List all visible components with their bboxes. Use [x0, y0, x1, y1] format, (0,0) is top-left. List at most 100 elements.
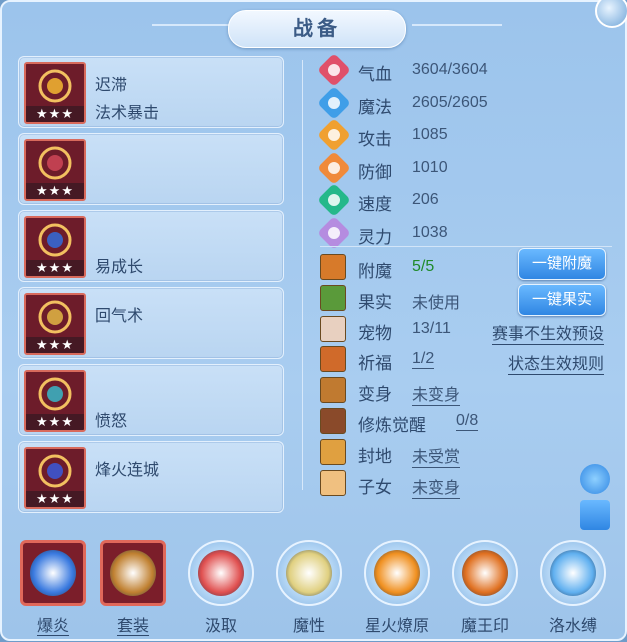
- stat-label: 气血: [358, 65, 392, 84]
- skill-art-icon: [550, 550, 596, 596]
- blessing-icon: [320, 346, 346, 373]
- stat-value: 3604/3604: [412, 61, 488, 78]
- close-icon[interactable]: [595, 0, 627, 28]
- skill-label: 爆炎: [8, 612, 98, 636]
- equipment-art-icon: [26, 449, 84, 491]
- stat-label: 攻击: [358, 130, 392, 149]
- extra-label: 封地: [358, 446, 392, 466]
- skill-name: 爆炎: [36, 618, 69, 636]
- mana-icon: [317, 85, 351, 120]
- stat-row: 魔法 2605/2605: [316, 85, 616, 120]
- title-ornament-right: [412, 24, 502, 26]
- extra-label: 附魔: [358, 262, 392, 281]
- fruit-icon: [320, 284, 346, 311]
- enchant-icon: [320, 254, 346, 280]
- star-rating: ★★★: [26, 337, 84, 353]
- equipment-slot[interactable]: ★★★ 愤怒: [18, 364, 284, 436]
- stat-row: 防御 1010: [316, 150, 616, 185]
- equipment-slot[interactable]: ★★★ 易成长: [18, 210, 284, 282]
- equipment-effect: 迟滞: [95, 77, 128, 94]
- extra-row[interactable]: 子女 未变身: [316, 468, 616, 499]
- equipment-art-icon: [26, 64, 84, 106]
- extra-row[interactable]: 变身 未变身: [316, 375, 616, 407]
- stat-value: 206: [412, 191, 439, 208]
- stat-label: 速度: [358, 195, 392, 214]
- equipment-art-icon: [26, 372, 84, 414]
- section-divider: [320, 246, 612, 247]
- skill-label: 套装: [88, 612, 178, 636]
- child-icon: [320, 469, 346, 496]
- extra-label: 宠物: [358, 323, 392, 343]
- extra-value[interactable]: 未变身: [412, 474, 461, 499]
- skill-label: 汲取: [176, 612, 266, 636]
- stat-row: 速度 206: [316, 183, 616, 217]
- equipment-slot[interactable]: ★★★ 迟滞 法术暴击: [18, 56, 284, 128]
- star-rating: ★★★: [26, 491, 84, 507]
- stat-value: 1010: [412, 158, 448, 176]
- skill-bar: 爆炎 套装 汲取 魔性 星火燎原 魔王印 洛水缚: [2, 532, 627, 642]
- stat-row: 灵力 1038: [316, 215, 616, 250]
- equipment-art-icon: [26, 141, 84, 183]
- share-icon[interactable]: [580, 500, 610, 530]
- extra-row[interactable]: 修炼觉醒 0/8: [316, 406, 616, 436]
- equipment-slot[interactable]: ★★★ 烽火连城: [18, 441, 284, 513]
- stat-value: 2605/2605: [412, 93, 488, 111]
- training-icon: [320, 408, 346, 434]
- battle-prep-panel: 战备 ★★★ 迟滞 法术暴击 ★★★ ★★★ 易成长 ★★★ 回气术 ★★★ 愤怒 ★★★ 烽火连城 …: [0, 0, 627, 641]
- skill-icon[interactable]: [20, 540, 86, 606]
- one-click-enchant-button[interactable]: 一键附魔: [518, 248, 606, 280]
- sword-icon: [317, 118, 351, 152]
- equipment-art-icon: [26, 295, 84, 337]
- stat-row: 气血 3604/3604: [316, 53, 616, 87]
- extra-value[interactable]: 0/8: [456, 412, 479, 431]
- skill-name: 汲取: [204, 618, 237, 635]
- extra-value[interactable]: 1/2: [412, 350, 435, 370]
- one-click-fruit-button[interactable]: 一键果实: [518, 284, 606, 316]
- refresh-icon[interactable]: [580, 464, 610, 494]
- skill-icon[interactable]: [540, 540, 606, 606]
- equipment-slot[interactable]: ★★★: [18, 133, 284, 205]
- event-preset-link[interactable]: 赛事不生效预设: [492, 320, 605, 345]
- extra-value[interactable]: 未使用: [412, 289, 460, 313]
- equipment-icon[interactable]: ★★★: [24, 370, 86, 432]
- extra-label: 子女: [358, 477, 392, 497]
- equipment-effect: 烽火连城: [95, 462, 160, 479]
- equipment-effect: 易成长: [95, 259, 144, 276]
- skill-art-icon: [110, 550, 156, 596]
- panel-title-bar: 战备: [228, 10, 406, 48]
- extra-value[interactable]: 13/11: [412, 320, 451, 338]
- skill-label: 洛水缚: [528, 612, 618, 636]
- equipment-art-icon: [26, 218, 84, 260]
- skill-label: 魔性: [264, 612, 354, 636]
- equipment-icon[interactable]: ★★★: [24, 293, 86, 355]
- status-rule-link[interactable]: 状态生效规则: [508, 350, 605, 375]
- stat-label: 魔法: [358, 97, 392, 117]
- extra-label: 修炼觉醒: [358, 416, 426, 435]
- equipment-icon[interactable]: ★★★: [24, 139, 86, 201]
- skill-icon[interactable]: [364, 540, 430, 606]
- extra-label: 祈福: [358, 354, 392, 374]
- extra-value[interactable]: 未受赏: [412, 443, 461, 468]
- equipment-icon[interactable]: ★★★: [24, 62, 86, 124]
- stat-value: 1085: [412, 126, 448, 143]
- extra-value[interactable]: 5/5: [412, 258, 434, 276]
- skill-icon[interactable]: [188, 540, 254, 606]
- skill-art-icon: [374, 550, 420, 596]
- skill-label: 魔王印: [440, 612, 530, 636]
- stat-row: 攻击 1085: [316, 118, 616, 152]
- skill-icon[interactable]: [100, 540, 166, 606]
- equipment-icon[interactable]: ★★★: [24, 216, 86, 278]
- panel-title: 战备: [293, 18, 341, 40]
- equipment-effect: 回气术: [95, 308, 144, 325]
- skill-icon[interactable]: [452, 540, 518, 606]
- equipment-slot[interactable]: ★★★ 回气术: [18, 287, 284, 359]
- skill-icon[interactable]: [276, 540, 342, 606]
- star-rating: ★★★: [26, 106, 84, 122]
- skill-name: 魔性: [292, 618, 325, 635]
- skill-name: 魔王印: [460, 618, 509, 635]
- speed-icon: [317, 183, 351, 217]
- equipment-icon[interactable]: ★★★: [24, 447, 86, 509]
- extra-value[interactable]: 未变身: [412, 381, 461, 407]
- extra-label: 变身: [358, 385, 392, 405]
- extra-row[interactable]: 封地 未受赏: [316, 437, 616, 468]
